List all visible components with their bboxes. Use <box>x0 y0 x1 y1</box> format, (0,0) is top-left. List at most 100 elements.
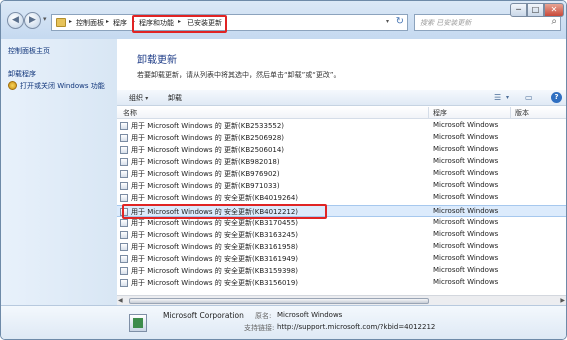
table-row[interactable]: 用于 Microsoft Windows 的 更新(KB976902) Micro… <box>117 168 566 180</box>
address-bar[interactable]: ▸ 控制面板 ▸ 程序 ▸ 程序和功能 ▸ 已安装更新 ▾ ↻ <box>51 14 408 31</box>
update-icon <box>120 194 128 202</box>
row-program: Microsoft Windows <box>433 278 499 286</box>
row-program: Microsoft Windows <box>433 181 499 189</box>
column-name[interactable]: 名称 <box>123 108 137 118</box>
row-name: 用于 Microsoft Windows 的 安全更新(KB4019264) <box>131 194 299 202</box>
column-version[interactable]: 版本 <box>515 108 529 118</box>
breadcrumb-control-panel[interactable]: 控制面板 <box>76 18 104 28</box>
page-title: 卸载更新 <box>137 55 177 66</box>
table-row[interactable]: 用于 Microsoft Windows 的 安全更新(KB3156019) Mi… <box>117 277 566 289</box>
chevron-down-icon: ▾ <box>145 95 149 102</box>
search-placeholder: 搜索 已安装更新 <box>420 19 472 27</box>
row-name: 用于 Microsoft Windows 的 更新(KB971033) <box>131 182 280 190</box>
column-divider[interactable] <box>510 107 511 119</box>
row-name: 用于 Microsoft Windows 的 安全更新(KB3156019) <box>131 279 299 287</box>
table-row[interactable]: 用于 Microsoft Windows 的 安全更新(KB3163245) Mi… <box>117 229 566 241</box>
sidebar-item-uninstall-program[interactable]: 卸载程序 <box>8 69 36 79</box>
sidebar-item-control-panel-home[interactable]: 控制面板主页 <box>8 46 50 56</box>
table-row[interactable]: 用于 Microsoft Windows 的 更新(KB982018) Micro… <box>117 156 566 168</box>
table-row[interactable]: 用于 Microsoft Windows 的 更新(KB2506928) Micr… <box>117 132 566 144</box>
row-program: Microsoft Windows <box>433 218 499 226</box>
view-options-icon[interactable]: ☰ <box>494 93 501 102</box>
forward-button[interactable]: ▶ <box>24 12 41 29</box>
search-icon[interactable]: ⌕ <box>551 16 557 27</box>
crumb-separator-icon: ▸ <box>69 18 73 25</box>
back-button[interactable]: ◀ <box>7 12 24 29</box>
row-name: 用于 Microsoft Windows 的 更新(KB976902) <box>131 170 280 178</box>
details-support-link[interactable]: http://support.microsoft.com/?kbid=40122… <box>277 323 435 331</box>
column-divider[interactable] <box>428 107 429 119</box>
row-name: 用于 Microsoft Windows 的 更新(KB982018) <box>131 158 280 166</box>
update-icon <box>120 255 128 263</box>
row-program: Microsoft Windows <box>433 145 499 153</box>
uninstall-button[interactable]: 卸载 <box>168 93 182 103</box>
table-row[interactable]: 用于 Microsoft Windows 的 更新(KB971033) Micro… <box>117 180 566 192</box>
organize-button[interactable]: 组织 ▾ <box>129 93 148 103</box>
column-program[interactable]: 程序 <box>433 108 447 118</box>
row-program: Microsoft Windows <box>433 266 499 274</box>
update-icon <box>120 243 128 251</box>
scroll-left-icon[interactable]: ◀ <box>118 297 123 304</box>
details-publisher: Microsoft Corporation <box>163 311 244 320</box>
scroll-right-icon[interactable]: ▶ <box>560 297 565 304</box>
update-icon <box>120 267 128 275</box>
refresh-icon[interactable]: ↻ <box>396 16 404 27</box>
sidebar: 控制面板主页 卸载程序 打开或关闭 Windows 功能 <box>1 39 117 305</box>
table-row[interactable]: 用于 Microsoft Windows 的 安全更新(KB4019264) Mi… <box>117 192 566 204</box>
row-name: 用于 Microsoft Windows 的 更新(KB2533552) <box>131 122 285 130</box>
row-program: Microsoft Windows <box>433 207 499 215</box>
row-name: 用于 Microsoft Windows 的 安全更新(KB3163245) <box>131 231 299 239</box>
preview-pane-icon[interactable]: ▭ <box>525 93 533 102</box>
update-icon <box>120 170 128 178</box>
chevron-down-icon[interactable]: ▾ <box>506 94 509 101</box>
row-program: Microsoft Windows <box>433 242 499 250</box>
scrollbar-thumb[interactable] <box>129 298 429 304</box>
row-name: 用于 Microsoft Windows 的 安全更新(KB3159398) <box>131 267 299 275</box>
control-panel-folder-icon <box>56 18 66 27</box>
update-icon <box>120 219 128 227</box>
title-bar: ◀ ▶ ▾ ▸ 控制面板 ▸ 程序 ▸ 程序和功能 ▸ 已安装更新 ▾ ↻ 搜索… <box>1 1 566 39</box>
shield-icon <box>8 81 17 90</box>
row-program: Microsoft Windows <box>433 121 499 129</box>
minimize-button[interactable]: ─ <box>510 3 527 17</box>
maximize-button[interactable]: □ <box>527 3 544 17</box>
update-icon <box>120 158 128 166</box>
row-name: 用于 Microsoft Windows 的 更新(KB2506014) <box>131 146 285 154</box>
installed-updates-window: ◀ ▶ ▾ ▸ 控制面板 ▸ 程序 ▸ 程序和功能 ▸ 已安装更新 ▾ ↻ 搜索… <box>0 0 567 340</box>
row-program: Microsoft Windows <box>433 157 499 165</box>
horizontal-scrollbar[interactable]: ◀ ▶ <box>117 295 566 305</box>
table-row[interactable]: 用于 Microsoft Windows 的 安全更新(KB3161949) Mi… <box>117 253 566 265</box>
row-program: Microsoft Windows <box>433 169 499 177</box>
breadcrumb-programs[interactable]: 程序 <box>113 18 127 28</box>
crumb-separator-icon: ▸ <box>106 18 110 25</box>
update-icon <box>120 134 128 142</box>
update-icon <box>120 279 128 287</box>
table-row[interactable]: 用于 Microsoft Windows 的 更新(KB2506014) Micr… <box>117 144 566 156</box>
close-button[interactable]: ✕ <box>544 3 564 17</box>
table-row[interactable]: 用于 Microsoft Windows 的 安全更新(KB3159398) Mi… <box>117 265 566 277</box>
row-name: 用于 Microsoft Windows 的 安全更新(KB3161958) <box>131 243 299 251</box>
row-program: Microsoft Windows <box>433 254 499 262</box>
row-program: Microsoft Windows <box>433 230 499 238</box>
table-row[interactable]: 用于 Microsoft Windows 的 安全更新(KB3161958) Mi… <box>117 241 566 253</box>
address-history-dropdown-icon[interactable]: ▾ <box>386 18 389 25</box>
update-icon <box>120 122 128 130</box>
update-icon <box>120 182 128 190</box>
row-program: Microsoft Windows <box>433 193 499 201</box>
details-support-label: 支持链接: <box>244 324 275 332</box>
row-name: 用于 Microsoft Windows 的 安全更新(KB3170455) <box>131 219 299 227</box>
sidebar-item-windows-features[interactable]: 打开或关闭 Windows 功能 <box>20 81 105 91</box>
selected-row-highlight-annotation <box>122 204 327 219</box>
row-name: 用于 Microsoft Windows 的 更新(KB2506928) <box>131 134 285 142</box>
help-icon[interactable]: ? <box>551 92 562 103</box>
update-package-icon <box>129 314 147 332</box>
update-icon <box>120 146 128 154</box>
row-program: Microsoft Windows <box>433 133 499 141</box>
main-pane: 卸载更新 若要卸载更新，请从列表中将其选中，然后单击“卸载”或“更改”。 组织 … <box>117 39 566 305</box>
page-description: 若要卸载更新，请从列表中将其选中，然后单击“卸载”或“更改”。 <box>137 71 341 79</box>
organize-label: 组织 <box>129 94 143 102</box>
column-header: 名称 程序 版本 <box>117 107 566 119</box>
recent-pages-dropdown-icon[interactable]: ▾ <box>43 15 47 23</box>
details-pane: Microsoft Corporation 原名: Microsoft Wind… <box>1 305 566 339</box>
table-row[interactable]: 用于 Microsoft Windows 的 更新(KB2533552) Micr… <box>117 120 566 132</box>
